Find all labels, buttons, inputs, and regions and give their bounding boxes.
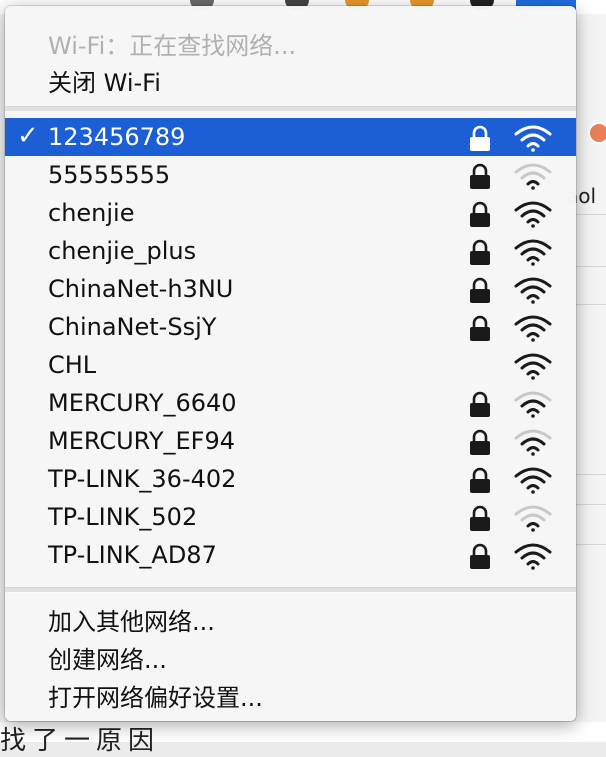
wifi-signal-icon [514, 353, 552, 380]
lock-icon [470, 467, 490, 493]
network-item[interactable]: ✓ 123456789 [5, 118, 576, 156]
wifi-status-label: Wi-Fi：正在查找网络... [48, 32, 297, 60]
network-item[interactable]: MERCURY_EF94 [5, 422, 576, 460]
wifi-signal-icon [514, 315, 552, 342]
lock-icon [470, 505, 490, 531]
network-name: TP-LINK_36-402 [48, 465, 237, 493]
background-window-bottom: 找了一原因 [0, 722, 606, 756]
turn-off-wifi-item[interactable]: 关闭 Wi-Fi [48, 63, 161, 98]
lock-icon [470, 239, 490, 265]
network-name: ChinaNet-h3NU [48, 275, 234, 303]
network-item[interactable]: ChinaNet-h3NU [5, 270, 576, 308]
network-item[interactable]: TP-LINK_502 [5, 498, 576, 536]
background-cut-text: 找了一原因 [0, 726, 161, 756]
menu-separator [5, 106, 576, 112]
network-name: ChinaNet-SsjY [48, 313, 217, 341]
network-item[interactable]: MERCURY_6640 [5, 384, 576, 422]
join-other-network-item[interactable]: 加入其他网络... [48, 602, 215, 637]
wifi-signal-icon [514, 239, 552, 266]
lock-icon [470, 277, 490, 303]
wifi-signal-icon [514, 125, 552, 152]
network-name: TP-LINK_502 [48, 503, 198, 531]
network-item[interactable]: chenjie_plus [5, 232, 576, 270]
network-name: 123456789 [48, 123, 186, 151]
create-network-item[interactable]: 创建网络... [48, 640, 167, 675]
network-name: 55555555 [48, 161, 171, 189]
lock-icon [470, 201, 490, 227]
network-item[interactable]: TP-LINK_36-402 [5, 460, 576, 498]
network-name: chenjie [48, 199, 135, 227]
network-name: CHL [48, 351, 97, 379]
wifi-menu: Wi-Fi：正在查找网络... 关闭 Wi-Fi ✓ 123456789 55555… [5, 6, 576, 721]
network-name: chenjie_plus [48, 237, 197, 265]
wifi-signal-icon [514, 429, 552, 456]
wifi-signal-icon [514, 467, 552, 494]
open-network-preferences-item[interactable]: 打开网络偏好设置... [48, 678, 263, 713]
wifi-signal-icon [514, 277, 552, 304]
checkmark-icon: ✓ [17, 121, 39, 151]
network-name: TP-LINK_AD87 [48, 541, 217, 569]
menu-separator [5, 587, 576, 593]
network-item[interactable]: ChinaNet-SsjY [5, 308, 576, 346]
network-item[interactable]: CHL [5, 346, 576, 384]
lock-icon [470, 163, 490, 189]
network-item[interactable]: chenjie [5, 194, 576, 232]
wifi-signal-icon [514, 163, 552, 190]
network-name: MERCURY_EF94 [48, 427, 235, 455]
lock-icon [470, 315, 490, 341]
network-item[interactable]: 55555555 [5, 156, 576, 194]
lock-icon [470, 543, 490, 569]
network-name: MERCURY_6640 [48, 389, 237, 417]
wifi-signal-icon [514, 543, 552, 570]
network-item[interactable]: TP-LINK_AD87 [5, 536, 576, 574]
lock-icon [470, 125, 490, 151]
lock-icon [470, 429, 490, 455]
wifi-signal-icon [514, 505, 552, 532]
wifi-signal-icon [514, 201, 552, 228]
wifi-signal-icon [514, 391, 552, 418]
lock-icon [470, 391, 490, 417]
